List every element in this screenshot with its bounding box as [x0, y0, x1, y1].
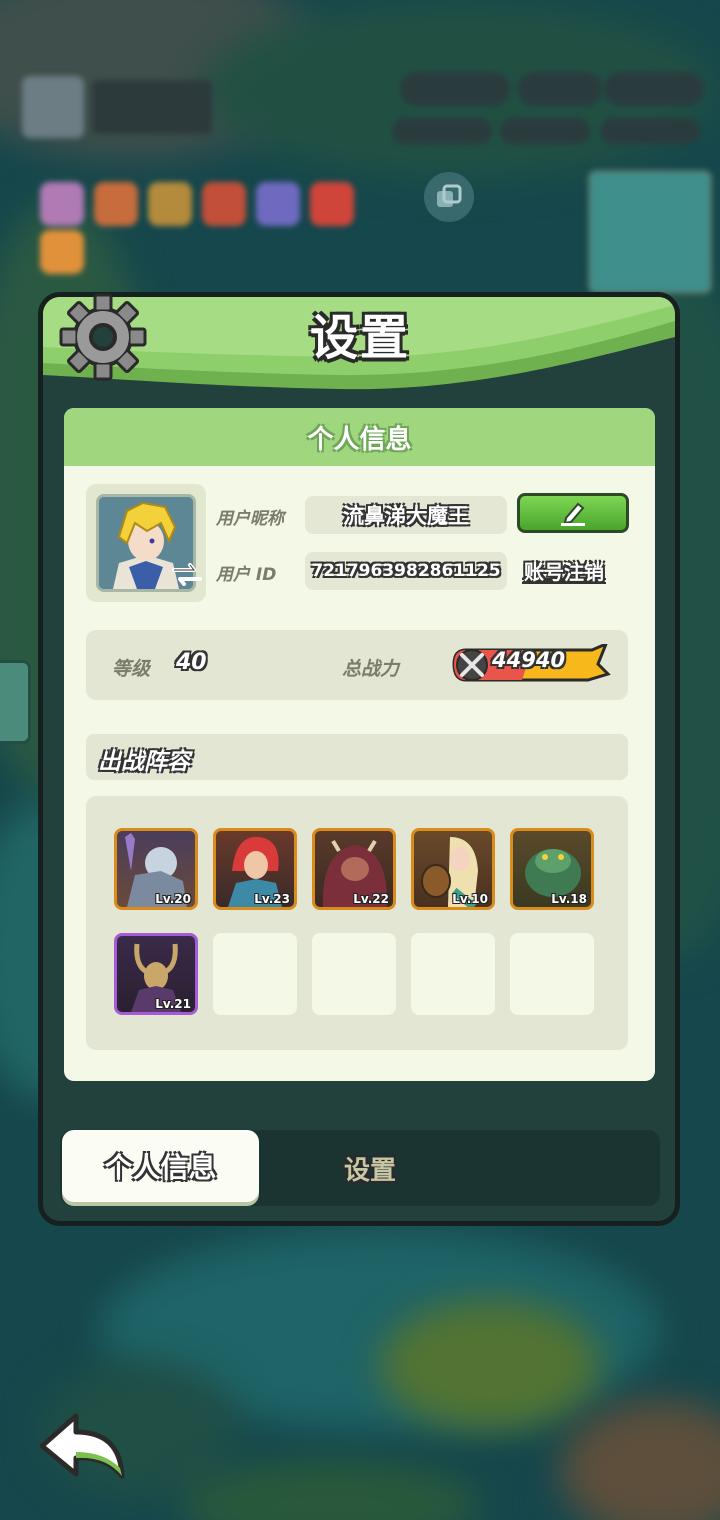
edit-nickname-button[interactable] [517, 493, 629, 533]
hero-slot-3[interactable]: Lv.22 [312, 828, 396, 910]
lineup-box: Lv.20 Lv.23 Lv.22 Lv.10 Lv.18 Lv.21 [86, 796, 628, 1050]
hero-slot-2[interactable]: Lv.23 [213, 828, 297, 910]
hero-level: Lv.10 [452, 892, 488, 906]
hud-event-icons [40, 182, 410, 274]
nickname-label: 用户昵称 [216, 509, 284, 529]
minimap [588, 170, 712, 294]
hero-level: Lv.23 [254, 892, 290, 906]
avatar-frame[interactable] [86, 484, 206, 602]
hud-resource-row2-b [500, 118, 590, 144]
hero-level: Lv.22 [353, 892, 389, 906]
section-title: 个人信息 [64, 408, 655, 466]
tab-settings[interactable]: 设置 [300, 1150, 440, 1187]
hero-level: Lv.18 [551, 892, 587, 906]
hud-resource-row2-c [600, 118, 700, 144]
level-label: 等级 [112, 658, 151, 680]
level-value: 40 [176, 650, 207, 675]
empty-slot[interactable] [213, 933, 297, 1015]
profile-content: 个人信息 用户昵称 流鼻涕大魔王 用户 ID 7217963982861125 … [64, 408, 655, 1081]
hero-slot-4[interactable]: Lv.10 [411, 828, 495, 910]
hero-slot-6[interactable]: Lv.21 [114, 933, 198, 1015]
sword-icon [456, 649, 488, 681]
power-value: 44940 [492, 648, 566, 672]
power-label: 总战力 [342, 658, 400, 680]
lineup-header: 出战阵容 [86, 734, 628, 780]
layers-icon [424, 172, 474, 222]
nickname-value: 流鼻涕大魔王 [305, 496, 507, 534]
hero-level: Lv.20 [155, 892, 191, 906]
back-arrow-icon[interactable] [36, 1410, 132, 1482]
empty-slot[interactable] [510, 933, 594, 1015]
cancel-account-link[interactable]: 账号注销 [524, 556, 604, 585]
empty-slot[interactable] [312, 933, 396, 1015]
hud-resource-gems [400, 72, 510, 106]
empty-slot[interactable] [411, 933, 495, 1015]
side-device-icon [0, 660, 31, 744]
panel-title: 设置 [309, 310, 410, 366]
user-id-value: 7217963982861125 [305, 552, 507, 590]
user-id-label: 用户 ID [216, 565, 277, 585]
pencil-icon [561, 502, 585, 526]
tab-personal-info[interactable]: 个人信息 [62, 1130, 259, 1202]
hud-resource-extra [604, 72, 704, 106]
swap-icon[interactable] [170, 562, 204, 586]
hero-level: Lv.21 [155, 997, 191, 1011]
stats-box: 等级 40 总战力 44940 [86, 630, 628, 700]
hud-resource-gold [518, 72, 602, 106]
hud-resource-row2-a [392, 118, 492, 144]
hud-avatar [22, 76, 84, 138]
hud-player-bar [92, 80, 212, 134]
lineup-title: 出战阵容 [98, 749, 190, 775]
hero-slot-1[interactable]: Lv.20 [114, 828, 198, 910]
hero-slot-5[interactable]: Lv.18 [510, 828, 594, 910]
